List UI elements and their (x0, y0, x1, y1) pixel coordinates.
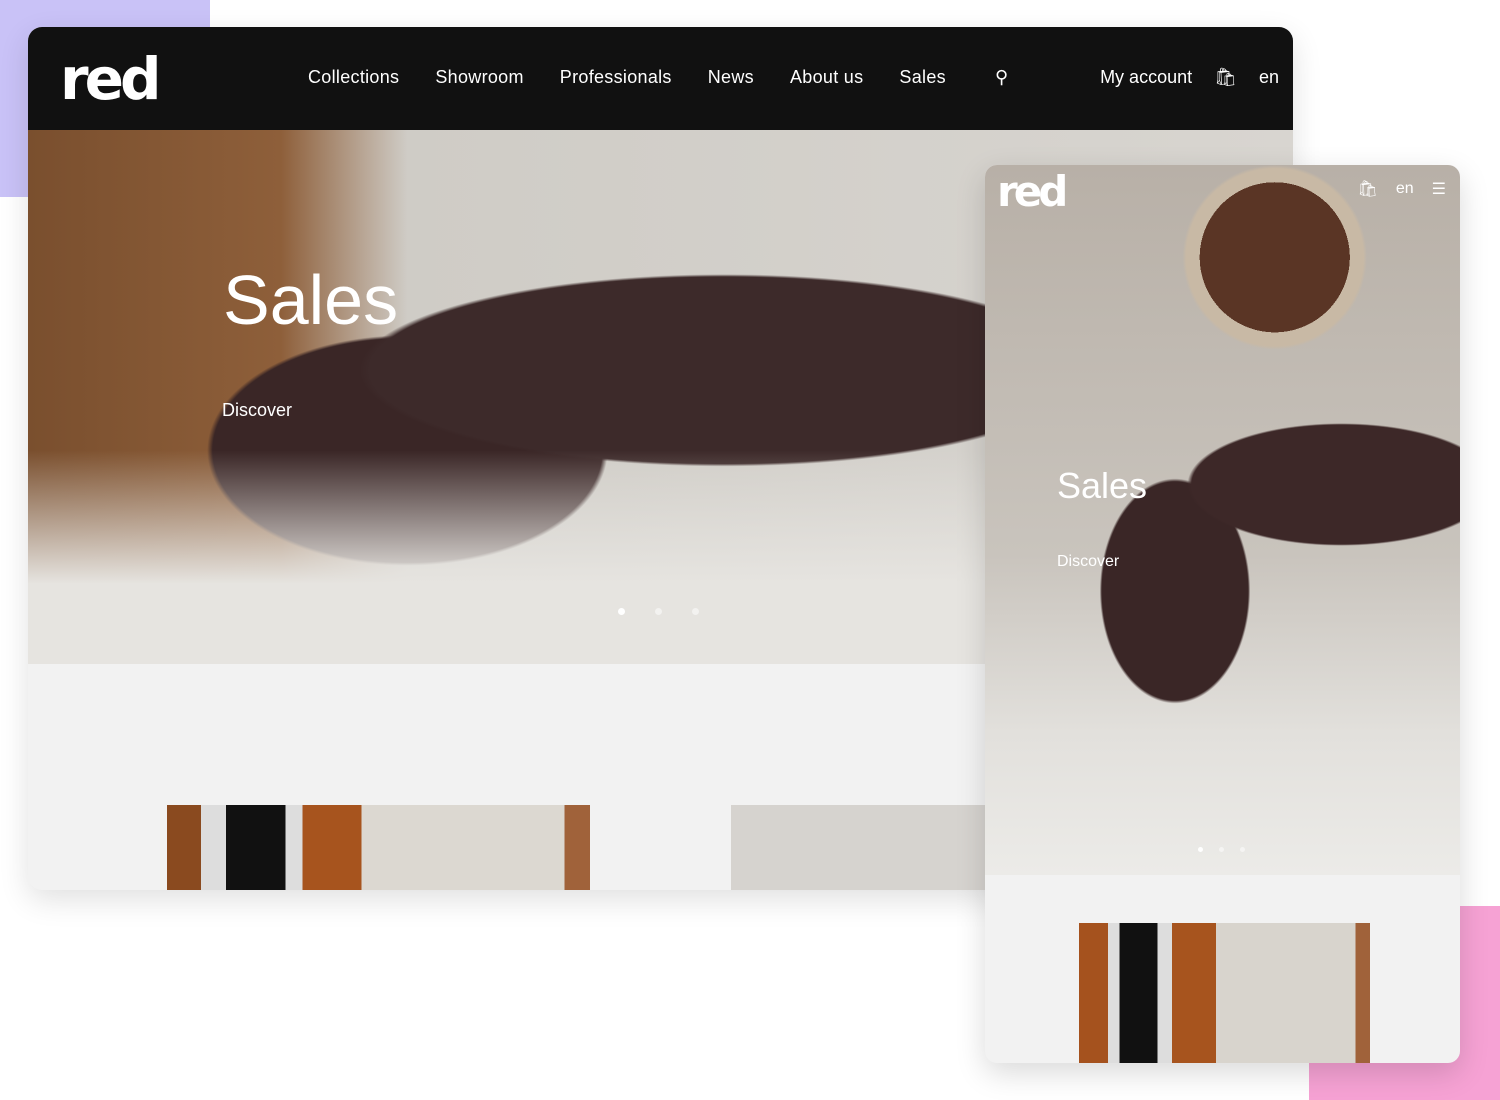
carousel-dot[interactable] (1198, 847, 1203, 852)
mobile-mockup: red 🛍︎ en ☰ Sales Discover (985, 165, 1460, 1063)
mobile-nav: 🛍︎ en ☰ (1358, 179, 1446, 199)
carousel-dots (1198, 847, 1245, 852)
nav-right: My account 🛍︎ en (1100, 67, 1279, 88)
nav-about-us[interactable]: About us (790, 67, 863, 88)
product-thumbnail[interactable] (167, 805, 590, 890)
mobile-logo[interactable]: red (997, 167, 1068, 216)
carousel-dot[interactable] (1240, 847, 1245, 852)
nav-news[interactable]: News (708, 67, 754, 88)
discover-link[interactable]: Discover (222, 400, 292, 421)
nav-professionals[interactable]: Professionals (560, 67, 672, 88)
shopping-bag-icon[interactable]: 🛍︎ (1214, 67, 1237, 88)
carousel-dot[interactable] (1219, 847, 1224, 852)
carousel-dot[interactable] (618, 608, 625, 615)
language-switch[interactable]: en (1259, 67, 1279, 88)
carousel-dot[interactable] (692, 608, 699, 615)
hamburger-icon[interactable]: ☰ (1432, 179, 1446, 199)
my-account-link[interactable]: My account (1100, 67, 1192, 88)
discover-link[interactable]: Discover (1057, 553, 1119, 571)
hero-title: Sales (223, 261, 399, 339)
logo[interactable]: red (60, 45, 161, 113)
nav-sales[interactable]: Sales (899, 67, 946, 88)
shopping-bag-icon[interactable]: 🛍︎ (1358, 179, 1378, 199)
language-switch[interactable]: en (1396, 180, 1414, 198)
main-menu: Collections Showroom Professionals News … (308, 67, 946, 88)
product-thumbnail[interactable] (731, 805, 991, 890)
carousel-dots (618, 608, 699, 615)
top-navigation: red Collections Showroom Professionals N… (28, 27, 1293, 130)
product-thumbnail[interactable] (1079, 923, 1370, 1063)
mobile-hero-banner: red 🛍︎ en ☰ Sales Discover (985, 165, 1460, 875)
search-icon[interactable]: ⚲ (995, 67, 1008, 88)
nav-showroom[interactable]: Showroom (435, 67, 523, 88)
nav-collections[interactable]: Collections (308, 67, 399, 88)
hero-title: Sales (1057, 465, 1148, 506)
carousel-dot[interactable] (655, 608, 662, 615)
